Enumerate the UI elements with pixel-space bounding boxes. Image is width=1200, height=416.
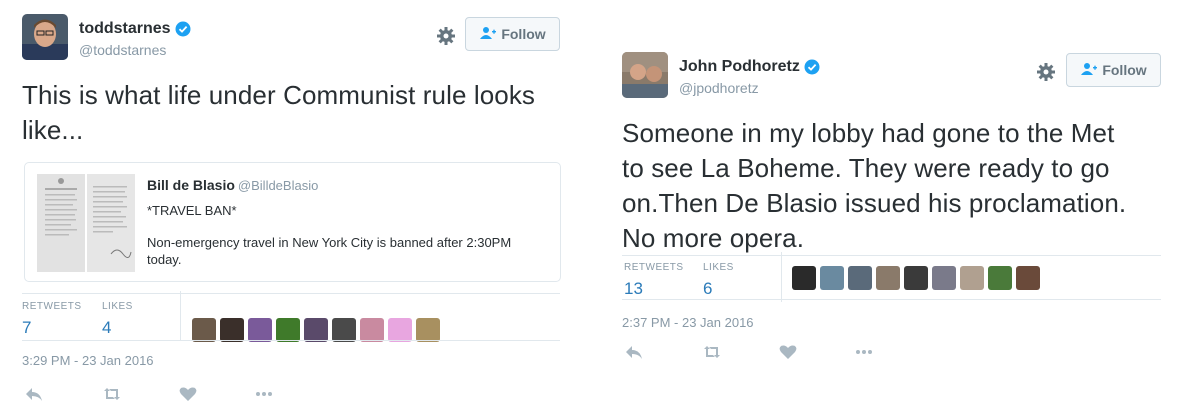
liker-avatars [192,318,440,342]
tweet-timestamp[interactable]: 3:29 PM - 23 Jan 2016 [22,353,154,368]
liker-avatar[interactable] [192,318,216,342]
liker-avatar[interactable] [848,266,872,290]
retweets-count[interactable]: 7 [22,318,82,338]
divider [622,255,1161,256]
quoted-handle[interactable]: @BilldeBlasio [238,178,318,193]
likes-count[interactable]: 4 [102,318,133,338]
liker-avatar[interactable] [904,266,928,290]
liker-avatar[interactable] [876,266,900,290]
divider [22,340,560,341]
user-handle[interactable]: @jpodhoretz [679,80,820,96]
follow-person-plus-icon [1080,62,1098,79]
liker-avatars [792,266,1040,290]
like-heart-icon[interactable] [778,344,798,360]
tweet-text-line: to see La Boheme. They were ready to go [622,153,1110,183]
like-heart-icon[interactable] [178,386,198,402]
liker-avatar[interactable] [276,318,300,342]
tweet-text: This is what life under Communist rule l… [22,80,536,145]
liker-avatar[interactable] [248,318,272,342]
reply-icon[interactable] [24,386,44,402]
quoted-tweet-body: Bill de Blasio @BilldeBlasio *TRAVEL BAN*… [147,177,547,268]
liker-avatar[interactable] [792,266,816,290]
more-dots-icon[interactable] [254,386,274,402]
liker-avatar[interactable] [332,318,356,342]
liker-avatar[interactable] [416,318,440,342]
tweet-text-line: Someone in my lobby had gone to the Met [622,118,1115,148]
document-image [37,174,85,272]
display-name[interactable]: John Podhoretz [679,58,800,76]
quoted-text-body: Non-emergency travel in New York City is… [147,235,512,267]
retweets-label: RETWEETS [624,262,684,273]
divider [22,293,560,294]
document-image [87,174,135,272]
tweet-text: Someone in my lobby had gone to the Met … [622,116,1182,256]
tweet-text-line: on.Then De Blasio issued his proclamatio… [622,188,1127,218]
user-name-block[interactable]: toddstarnes @toddstarnes [79,20,191,58]
follow-label: Follow [1102,62,1147,78]
quoted-tweet-media[interactable] [37,174,135,272]
avatar[interactable] [22,14,68,60]
reply-icon[interactable] [624,344,644,360]
likes-count[interactable]: 6 [703,279,734,299]
quoted-tweet-card[interactable]: Bill de Blasio @BilldeBlasio *TRAVEL BAN*… [24,162,561,282]
follow-label: Follow [501,26,546,42]
retweet-stat[interactable]: RETWEETS 7 [22,301,82,338]
liker-avatar[interactable] [932,266,956,290]
likes-label: LIKES [703,262,734,273]
stats-separator [781,252,782,302]
retweet-stat[interactable]: RETWEETS 13 [624,262,684,299]
liker-avatar[interactable] [360,318,384,342]
retweet-icon[interactable] [702,344,722,360]
tweet-timestamp[interactable]: 2:37 PM - 23 Jan 2016 [622,315,754,330]
follow-button[interactable]: Follow [1066,53,1161,87]
follow-person-plus-icon [479,26,497,43]
like-stat[interactable]: LIKES 4 [102,301,133,338]
gear-icon[interactable] [1036,62,1056,82]
liker-avatar[interactable] [220,318,244,342]
user-handle[interactable]: @toddstarnes [79,42,191,58]
tweet-stats: RETWEETS 13 LIKES 6 [622,252,1161,312]
liker-avatar[interactable] [1016,266,1040,290]
verified-badge-icon [175,21,191,37]
retweets-count[interactable]: 13 [624,279,684,299]
gear-icon[interactable] [436,26,456,46]
tweet-text-line: No more opera. [622,223,805,253]
display-name[interactable]: toddstarnes [79,20,171,38]
liker-avatar[interactable] [304,318,328,342]
liker-avatar[interactable] [388,318,412,342]
tweet-stats: RETWEETS 7 LIKES 4 [22,291,560,351]
quoted-display-name[interactable]: Bill de Blasio [147,177,235,193]
follow-button[interactable]: Follow [465,17,560,51]
retweets-label: RETWEETS [22,301,82,312]
likes-label: LIKES [102,301,133,312]
more-dots-icon[interactable] [854,344,874,360]
retweet-icon[interactable] [102,386,122,402]
liker-avatar[interactable] [988,266,1012,290]
stats-separator [180,291,181,341]
like-stat[interactable]: LIKES 6 [703,262,734,299]
liker-avatar[interactable] [820,266,844,290]
divider [622,299,1161,300]
liker-avatar[interactable] [960,266,984,290]
quoted-text-headline: *TRAVEL BAN* [147,203,237,218]
verified-badge-icon [804,59,820,75]
avatar[interactable] [622,52,668,98]
user-name-block[interactable]: John Podhoretz @jpodhoretz [679,58,820,96]
